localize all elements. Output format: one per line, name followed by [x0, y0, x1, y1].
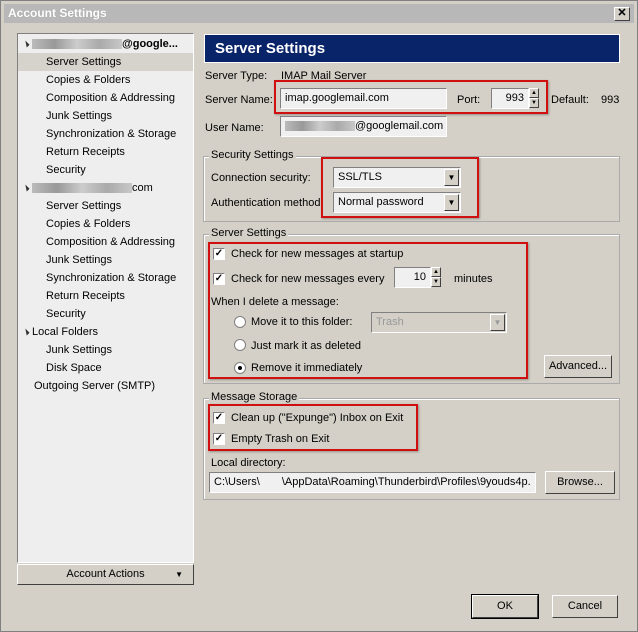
- tree-item[interactable]: Server Settings: [18, 197, 193, 215]
- tree-item[interactable]: Composition & Addressing: [18, 233, 193, 251]
- highlight-box: [208, 404, 418, 451]
- tree-item-label: Copies & Folders: [46, 218, 131, 230]
- expand-triangle-icon[interactable]: [22, 40, 30, 48]
- tree-item[interactable]: Copies & Folders: [18, 215, 193, 233]
- title-bar: Account Settings ✕: [4, 4, 634, 23]
- local-directory-input[interactable]: C:\Users\ \AppData\Roaming\Thunderbird\P…: [209, 472, 536, 493]
- tree-account-item[interactable]: com: [18, 179, 193, 197]
- tree-item-label: Local Folders: [32, 326, 99, 338]
- tree-item[interactable]: Disk Space: [18, 359, 193, 377]
- tree-item-label: Junk Settings: [46, 254, 113, 266]
- tree-item-label: Synchronization & Storage: [46, 272, 177, 284]
- tree-item[interactable]: Synchronization & Storage: [18, 269, 193, 287]
- message-storage-legend: Message Storage: [209, 391, 300, 403]
- expand-triangle-icon[interactable]: [22, 328, 30, 336]
- highlight-box: [208, 242, 528, 379]
- highlight-box: [274, 80, 548, 114]
- tree-item-label: Composition & Addressing: [46, 92, 176, 104]
- default-port-label: Default:: [551, 94, 589, 106]
- tree-item-label: Server Settings: [46, 200, 122, 212]
- expand-triangle-icon[interactable]: [22, 184, 30, 192]
- user-name-value: @googlemail.com: [355, 120, 444, 132]
- auth-method-label: Authentication method:: [211, 197, 324, 209]
- tree-item[interactable]: Security: [18, 305, 193, 323]
- redacted-text: [285, 121, 355, 132]
- tree-item-label: Server Settings: [46, 56, 122, 68]
- tree-item[interactable]: Junk Settings: [18, 341, 193, 359]
- connection-security-label: Connection security:: [211, 172, 311, 184]
- tree-account-item[interactable]: Outgoing Server (SMTP): [18, 377, 193, 395]
- browse-button[interactable]: Browse...: [545, 471, 615, 494]
- tree-item[interactable]: Return Receipts: [18, 143, 193, 161]
- default-port-value: 993: [601, 94, 620, 106]
- tree-item-label: Composition & Addressing: [46, 236, 176, 248]
- dropdown-arrow-icon: ▼: [175, 570, 183, 579]
- tree-item-label: com: [132, 182, 153, 194]
- tree-item[interactable]: Copies & Folders: [18, 71, 193, 89]
- close-icon[interactable]: ✕: [614, 7, 630, 21]
- page-title: Server Settings: [204, 34, 620, 63]
- server-name-label: Server Name:: [205, 94, 273, 106]
- tree-item-label: Security: [46, 308, 86, 320]
- highlight-box: [321, 157, 479, 218]
- tree-item[interactable]: Synchronization & Storage: [18, 125, 193, 143]
- user-name-input[interactable]: @googlemail.com: [280, 116, 447, 137]
- account-actions-button[interactable]: Account Actions ▼: [17, 564, 194, 585]
- tree-item[interactable]: Junk Settings: [18, 251, 193, 269]
- server-settings-legend: Server Settings: [209, 227, 289, 239]
- tree-item-label: Disk Space: [46, 362, 102, 374]
- account-settings-window: Account Settings ✕ @google... Server Sett…: [0, 0, 638, 632]
- tree-item-label: Junk Settings: [46, 344, 113, 356]
- tree-item-label: Return Receipts: [46, 146, 125, 158]
- tree-item-label: Synchronization & Storage: [46, 128, 177, 140]
- tree-item-label: Copies & Folders: [46, 74, 131, 86]
- tree-account-item[interactable]: Local Folders: [18, 323, 193, 341]
- local-directory-label: Local directory:: [211, 457, 286, 469]
- account-tree[interactable]: @google... Server Settings Copies & Folder…: [17, 33, 194, 563]
- tree-item-label: @google...: [122, 38, 178, 50]
- tree-item-label: Junk Settings: [46, 110, 113, 122]
- window-title: Account Settings: [8, 6, 107, 20]
- tree-item-label: Return Receipts: [46, 290, 125, 302]
- tree-item[interactable]: Composition & Addressing: [18, 89, 193, 107]
- security-settings-legend: Security Settings: [209, 149, 296, 161]
- tree-item[interactable]: Server Settings: [18, 53, 193, 71]
- account-actions-label: Account Actions: [66, 568, 145, 580]
- tree-item-label: Outgoing Server (SMTP): [34, 380, 156, 392]
- tree-item[interactable]: Junk Settings: [18, 107, 193, 125]
- tree-item[interactable]: Return Receipts: [18, 287, 193, 305]
- redacted-text: [32, 183, 132, 194]
- redacted-text: [32, 39, 122, 50]
- server-type-label: Server Type:: [205, 70, 268, 82]
- ok-button[interactable]: OK: [471, 594, 539, 619]
- tree-account-item[interactable]: @google...: [18, 35, 193, 53]
- user-name-label: User Name:: [205, 122, 264, 134]
- advanced-button[interactable]: Advanced...: [544, 355, 612, 378]
- tree-item-label: Security: [46, 164, 86, 176]
- tree-item[interactable]: Security: [18, 161, 193, 179]
- cancel-button[interactable]: Cancel: [552, 595, 618, 618]
